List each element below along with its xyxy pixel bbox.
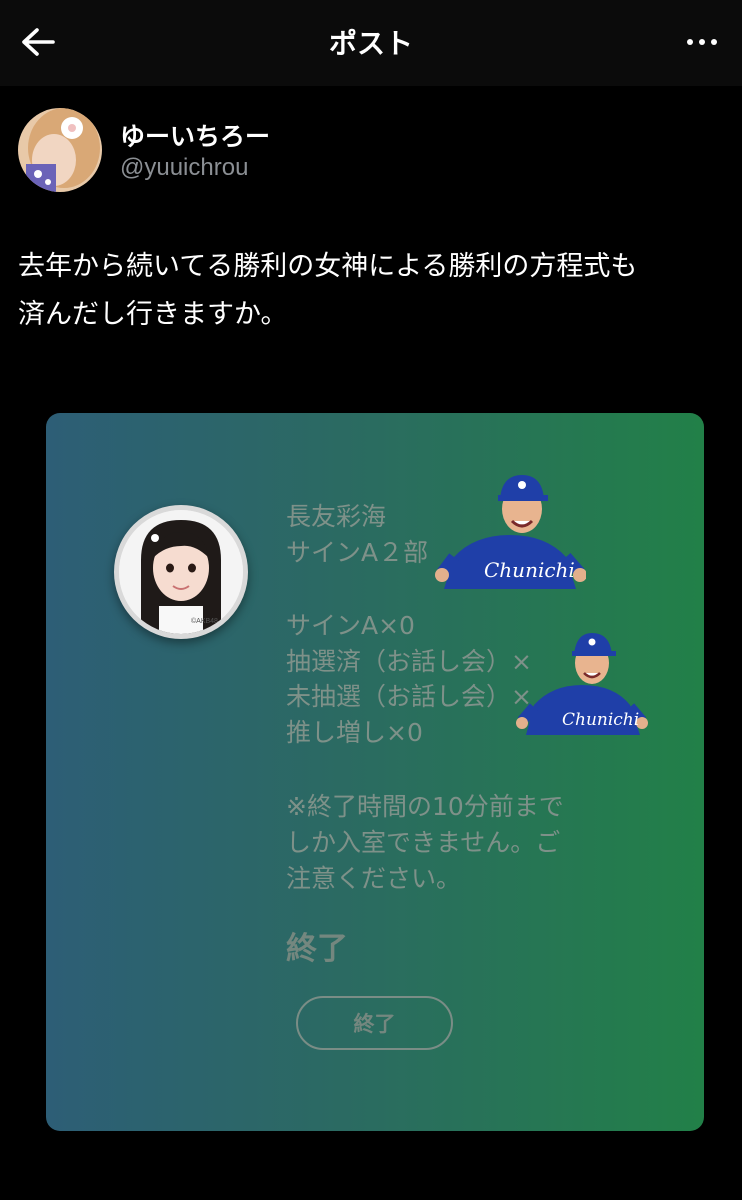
post-text-line: 済んだし行きますか。 [18, 299, 288, 330]
author-name[interactable]: ゆーいちろー [120, 117, 270, 153]
author-handle[interactable]: @yuuichrou [120, 154, 248, 182]
page-title: ポスト [328, 27, 413, 60]
notice-line: しか入室できません。ご [286, 828, 561, 857]
lottery-done: 抽選済（お話し会）× [286, 647, 532, 676]
post-text: 去年から続いてる勝利の女神による勝利の方程式も 済んだし行きますか。 [18, 243, 730, 339]
member-photo: ©AKB48 [114, 505, 248, 639]
oshi-count: 推し増し×0 [286, 718, 423, 747]
avatar[interactable] [18, 108, 102, 192]
post-text-line: 去年から続いてる勝利の女神による勝利の方程式も [18, 251, 638, 282]
status-label: 終了 [286, 931, 348, 967]
sticker-logo: Chunichi [484, 558, 575, 582]
sign-count: サインA×0 [286, 611, 415, 640]
notice-line: 注意ください。 [286, 864, 462, 893]
post-media-image[interactable]: ©AKB48 長友彩海 サインA２部 サインA×0 抽選済（お話し会）× 未抽選… [46, 413, 704, 1131]
manager-sticker-2: Chunichi [516, 633, 648, 735]
notice-line: ※終了時間の10分前まで [286, 792, 564, 821]
ticket-info: サインA２部 [286, 538, 429, 567]
more-options-button[interactable] [680, 24, 724, 60]
photo-caption: ©AKB48 [191, 618, 218, 625]
member-name: 長友彩海 [286, 502, 387, 531]
ended-button[interactable]: 終了 [296, 996, 453, 1050]
more-horizontal-icon [687, 39, 693, 45]
lottery-pending: 未抽選（お話し会）× [286, 682, 532, 711]
manager-sticker: Chunichi [435, 475, 586, 589]
sticker-logo: Chunichi [562, 710, 639, 730]
top-bar: ポスト [0, 0, 742, 86]
